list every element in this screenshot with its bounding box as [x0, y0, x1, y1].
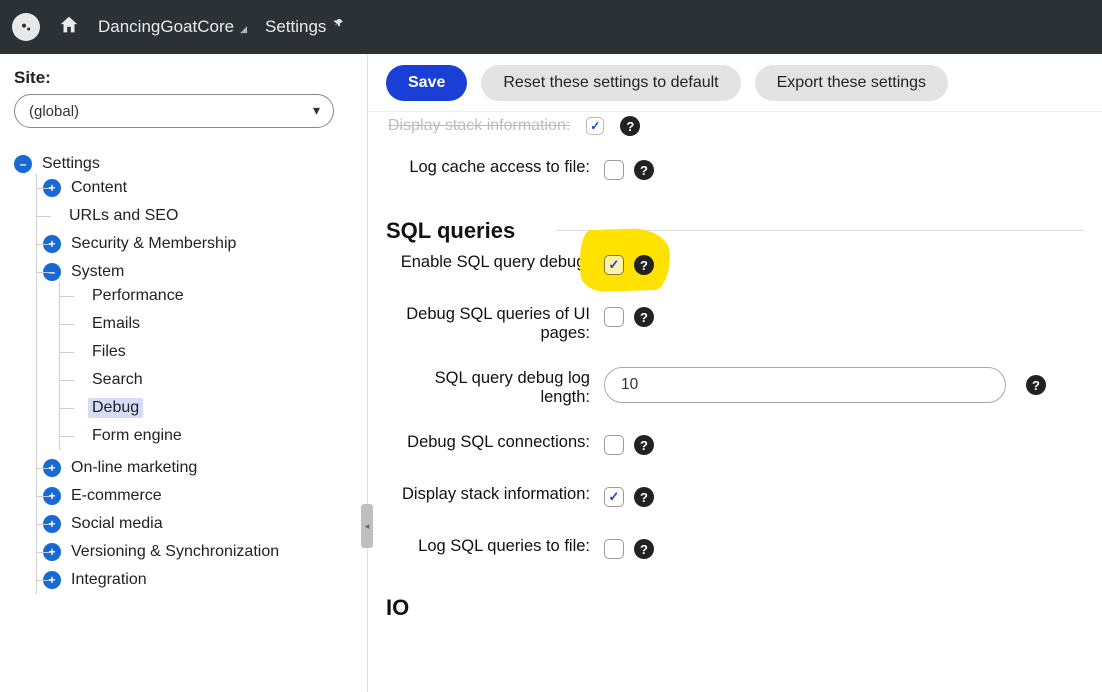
label-log-sql-file: Log SQL queries to file:	[386, 535, 604, 556]
tree-item-urls-seo[interactable]: URLs and SEO	[65, 206, 182, 226]
tree-collapse-icon[interactable]: –	[14, 155, 32, 173]
help-icon[interactable]: ?	[634, 487, 654, 507]
site-select[interactable]: (global)	[14, 94, 334, 128]
tree-expand-icon[interactable]: +	[43, 543, 61, 561]
tree-expand-icon[interactable]: +	[43, 515, 61, 533]
label-debug-sql-connections: Debug SQL connections:	[386, 431, 604, 452]
tree-item-search[interactable]: Search	[88, 370, 147, 390]
clipped-prev-row: Display stack information: ✓ ?	[388, 112, 1084, 136]
help-icon[interactable]: ?	[634, 307, 654, 327]
tree-item-files[interactable]: Files	[88, 342, 130, 362]
checkbox-enable-sql-debug[interactable]	[604, 255, 624, 275]
checkbox-log-sql-file[interactable]	[604, 539, 624, 559]
settings-panel: Display stack information: ✓ ? Log cache…	[368, 112, 1102, 692]
help-icon[interactable]: ?	[620, 116, 640, 136]
tree-item-form-engine[interactable]: Form engine	[88, 426, 186, 446]
tree-item-debug[interactable]: Debug	[88, 398, 143, 418]
checkbox-log-cache-file[interactable]	[604, 160, 624, 180]
breadcrumb-page: Settings	[265, 17, 347, 37]
label-log-cache-file: Log cache access to file:	[386, 156, 604, 177]
tree-expand-icon[interactable]: +	[43, 571, 61, 589]
tree-item-emails[interactable]: Emails	[88, 314, 144, 334]
breadcrumb-app[interactable]: DancingGoatCore ◢	[98, 17, 247, 37]
sidebar: Site: (global) – Settings + Content URLs …	[0, 54, 368, 692]
app-logo-icon[interactable]	[12, 13, 40, 41]
section-io-heading: IO	[386, 595, 1084, 621]
label-debug-sql-ui-pages: Debug SQL queries of UI pages:	[386, 303, 604, 343]
help-icon[interactable]: ?	[634, 160, 654, 180]
checkbox-sql-stack-info[interactable]	[604, 487, 624, 507]
content-toolbar: Save Reset these settings to default Exp…	[368, 54, 1102, 112]
home-icon[interactable]	[58, 14, 80, 41]
clipped-checkbox[interactable]: ✓	[586, 117, 604, 135]
export-button[interactable]: Export these settings	[755, 65, 948, 101]
tree-collapse-icon[interactable]: –	[43, 263, 61, 281]
tree-item-integration[interactable]: Integration	[67, 570, 151, 590]
help-icon[interactable]: ?	[634, 255, 654, 275]
input-sql-log-length[interactable]	[604, 367, 1006, 403]
tree-expand-icon[interactable]: +	[43, 235, 61, 253]
checkbox-debug-sql-ui-pages[interactable]	[604, 307, 624, 327]
tree-expand-icon[interactable]: +	[43, 487, 61, 505]
settings-tree: – Settings + Content URLs and SEO + Securi…	[14, 150, 353, 598]
tree-item-security[interactable]: Security & Membership	[67, 234, 240, 254]
tree-item-ecommerce[interactable]: E-commerce	[67, 486, 166, 506]
label-sql-stack-info: Display stack information:	[386, 483, 604, 504]
tree-item-system[interactable]: System	[67, 262, 128, 282]
help-icon[interactable]: ?	[634, 435, 654, 455]
help-icon[interactable]: ?	[634, 539, 654, 559]
tree-item-social-media[interactable]: Social media	[67, 514, 167, 534]
tree-expand-icon[interactable]: +	[43, 459, 61, 477]
site-label: Site:	[14, 68, 353, 88]
help-icon[interactable]: ?	[1026, 375, 1046, 395]
tree-item-versioning[interactable]: Versioning & Synchronization	[67, 542, 283, 562]
tree-item-content[interactable]: Content	[67, 178, 131, 198]
breadcrumb-app-label: DancingGoatCore	[98, 17, 234, 37]
pin-icon[interactable]	[332, 17, 347, 37]
label-sql-log-length: SQL query debug log length:	[386, 367, 604, 407]
dropdown-caret-icon: ◢	[240, 24, 247, 35]
save-button[interactable]: Save	[386, 65, 467, 101]
tree-item-online-marketing[interactable]: On-line marketing	[67, 458, 201, 478]
top-bar: DancingGoatCore ◢ Settings	[0, 0, 1102, 54]
section-sql-heading: SQL queries	[386, 218, 1084, 244]
highlight-annotation	[579, 227, 671, 292]
tree-expand-icon[interactable]: +	[43, 179, 61, 197]
reset-button[interactable]: Reset these settings to default	[481, 65, 740, 101]
tree-item-performance[interactable]: Performance	[88, 286, 188, 306]
label-enable-sql-debug: Enable SQL query debug:	[386, 251, 604, 272]
tree-root[interactable]: Settings	[38, 154, 104, 174]
breadcrumb-page-label: Settings	[265, 17, 326, 37]
checkbox-debug-sql-connections[interactable]	[604, 435, 624, 455]
